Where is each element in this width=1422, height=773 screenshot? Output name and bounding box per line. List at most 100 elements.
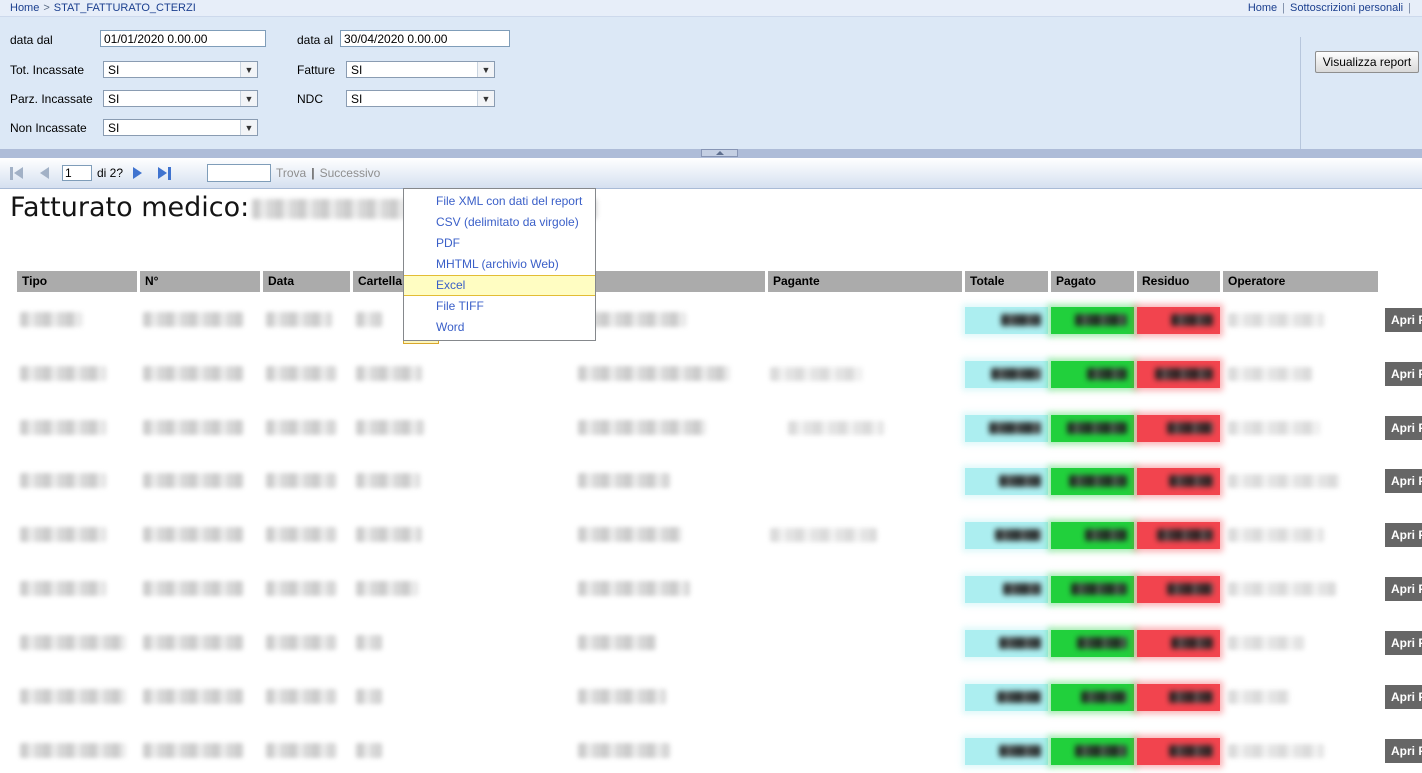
cell-data-redacted <box>266 473 336 488</box>
data-al-input[interactable] <box>340 30 510 47</box>
cell-totale-amount-redacted <box>991 368 1041 380</box>
report-viewer-screen: Home > STAT_FATTURATO_CTERZI Home | Sottoscr… <box>0 0 1422 773</box>
user-nav: Home|Sottoscrizioni personali| <box>1248 2 1416 14</box>
collapse-bar <box>0 149 1422 158</box>
collapse-parameters-handle[interactable] <box>701 149 738 157</box>
cell-pagato-amount-redacted <box>1081 691 1127 703</box>
column-header-tipo: Tipo <box>17 271 137 292</box>
nav-trailing-separator: | <box>1408 2 1411 14</box>
fatture-value: SI <box>347 63 477 77</box>
data-dal-input[interactable] <box>100 30 266 47</box>
chevron-down-icon: ▼ <box>477 62 494 77</box>
ndc-select[interactable]: SI ▼ <box>346 90 495 107</box>
cell-totale-amount-redacted <box>999 637 1041 649</box>
apri-button[interactable]: Apri F <box>1385 308 1422 332</box>
tot-incassate-value: SI <box>104 63 240 77</box>
cell-tipo-redacted <box>20 420 106 435</box>
nav-subscriptions-link[interactable]: Sottoscrizioni personali <box>1290 2 1403 14</box>
export-menu-item-word[interactable]: Word <box>404 317 595 338</box>
apri-button[interactable]: Apri F <box>1385 469 1422 493</box>
cell-operatore-redacted <box>1228 744 1324 758</box>
cell-residuo-value <box>1137 307 1220 334</box>
previous-page-button[interactable] <box>40 158 49 188</box>
first-page-button[interactable] <box>10 158 23 188</box>
apri-button[interactable]: Apri F <box>1385 577 1422 601</box>
last-page-button[interactable] <box>158 158 171 188</box>
cell-pagato-value <box>1051 576 1134 603</box>
cell-paziente-redacted <box>578 527 682 542</box>
cell-residuo-amount-redacted <box>1171 314 1213 326</box>
breadcrumb-home-link[interactable]: Home <box>10 2 39 14</box>
apri-button[interactable]: Apri F <box>1385 631 1422 655</box>
export-menu-item-csv-delimitato-da-virgole-[interactable]: CSV (delimitato da virgole) <box>404 212 595 233</box>
find-separator: | <box>311 166 314 180</box>
non-incassate-value: SI <box>104 121 240 135</box>
cell-totale-amount-redacted <box>999 745 1041 757</box>
cell-paziente-redacted <box>578 420 706 435</box>
find-link[interactable]: Trova <box>276 166 306 180</box>
page-number-field <box>62 158 92 188</box>
find-next-link[interactable]: Successivo <box>320 166 381 180</box>
apri-button[interactable]: Apri F <box>1385 362 1422 386</box>
tot-incassate-select[interactable]: SI ▼ <box>103 61 258 78</box>
cell-residuo-value <box>1137 468 1220 495</box>
cell-residuo-amount-redacted <box>1169 691 1213 703</box>
cell-numero-redacted <box>143 743 243 758</box>
cell-data-redacted <box>266 420 336 435</box>
cell-pagato-value <box>1051 522 1134 549</box>
cell-totale-value <box>965 307 1048 334</box>
fatture-select[interactable]: SI ▼ <box>346 61 495 78</box>
cell-tipo-redacted <box>20 689 126 704</box>
cell-numero-redacted <box>143 635 243 650</box>
data-dal-label: data dal <box>10 33 53 47</box>
apri-button[interactable]: Apri F <box>1385 685 1422 709</box>
next-page-button[interactable] <box>133 158 142 188</box>
export-menu-item-file-xml-con-dati-del-report[interactable]: File XML con dati del report <box>404 191 595 212</box>
cell-pagato-value <box>1051 468 1134 495</box>
cell-residuo-value <box>1137 361 1220 388</box>
cell-cartella-redacted <box>356 689 382 704</box>
export-menu-item-pdf[interactable]: PDF <box>404 233 595 254</box>
export-menu-item-file-tiff[interactable]: File TIFF <box>404 296 595 317</box>
cell-operatore-redacted <box>1228 421 1320 435</box>
page-number-input[interactable] <box>62 165 92 181</box>
cell-residuo-amount-redacted <box>1169 475 1213 487</box>
apri-button[interactable]: Apri F <box>1385 416 1422 440</box>
parameters-panel: data dal data al Tot. Incassate SI ▼ Fat… <box>0 17 1422 149</box>
cell-tipo-redacted <box>20 473 106 488</box>
nav-home-link[interactable]: Home <box>1248 2 1277 14</box>
report-title: Fatturato medico: <box>10 192 249 223</box>
cell-totale-value <box>965 684 1048 711</box>
cell-pagato-amount-redacted <box>1069 475 1127 487</box>
cell-data-redacted <box>266 743 336 758</box>
cell-pagato-amount-redacted <box>1067 422 1127 434</box>
apri-button[interactable]: Apri F <box>1385 739 1422 763</box>
cell-pagato-amount-redacted <box>1075 314 1127 326</box>
cell-residuo-amount-redacted <box>1167 422 1213 434</box>
cell-cartella-redacted <box>356 473 420 488</box>
breadcrumb-current-link[interactable]: STAT_FATTURATO_CTERZI <box>54 2 196 14</box>
cell-cartella-redacted <box>356 581 418 596</box>
apri-button[interactable]: Apri F <box>1385 523 1422 547</box>
cell-pagante-redacted <box>770 528 877 542</box>
previous-page-icon <box>40 167 49 179</box>
cell-pagato-value <box>1051 361 1134 388</box>
cell-cartella-redacted <box>356 366 422 381</box>
non-incassate-select[interactable]: SI ▼ <box>103 119 258 136</box>
export-menu-item-mhtml-archivio-web-[interactable]: MHTML (archivio Web) <box>404 254 595 275</box>
cell-operatore-redacted <box>1228 313 1324 327</box>
breadcrumb-separator: > <box>43 2 49 14</box>
export-menu-item-excel[interactable]: Excel <box>404 275 595 296</box>
cell-operatore-redacted <box>1228 528 1324 542</box>
visualizza-report-button[interactable]: Visualizza report <box>1315 51 1419 73</box>
cell-data-redacted <box>266 527 336 542</box>
first-page-icon <box>14 167 23 179</box>
column-header-pagante: Pagante <box>768 271 962 292</box>
cell-totale-value <box>965 738 1048 765</box>
cell-residuo-value <box>1137 738 1220 765</box>
parz-incassate-select[interactable]: SI ▼ <box>103 90 258 107</box>
cell-totale-amount-redacted <box>1003 583 1041 595</box>
search-input[interactable] <box>207 164 271 182</box>
cell-totale-value <box>965 630 1048 657</box>
cell-numero-redacted <box>143 366 243 381</box>
